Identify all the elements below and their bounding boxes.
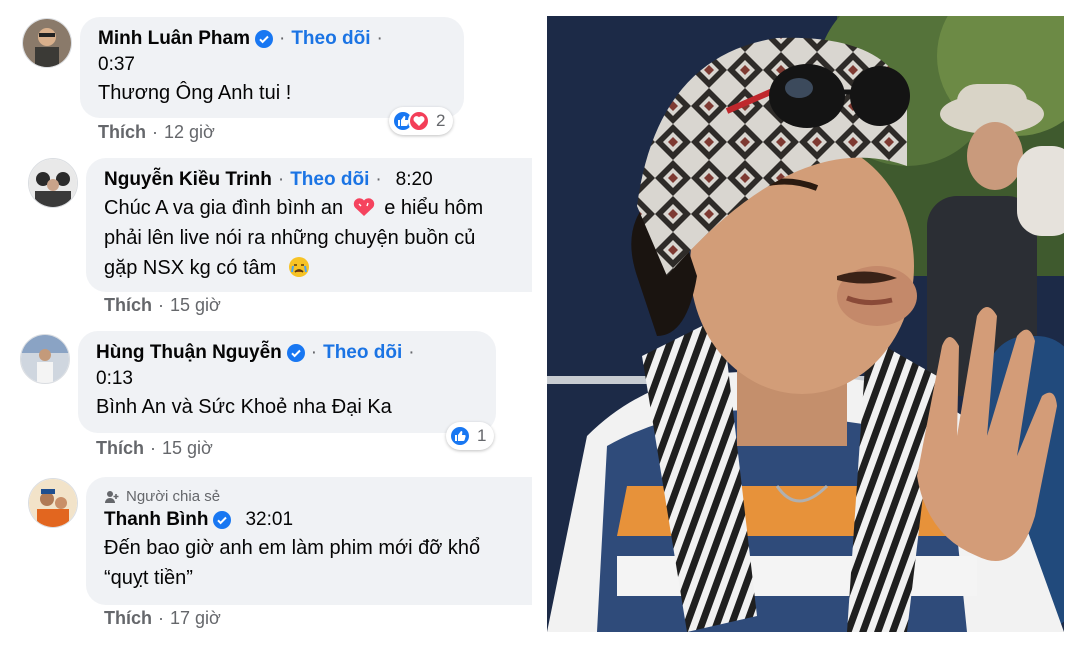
video-timestamp[interactable]: 0:13 <box>96 366 482 392</box>
comment-text-line: “quỵt tiền” <box>104 567 193 589</box>
comment-age[interactable]: 12 giờ <box>164 122 215 142</box>
comment-text: Chúc A va gia đình bình an e hiểu hôm <box>104 196 484 219</box>
video-timestamp[interactable]: 32:01 <box>245 507 293 533</box>
video-timestamp[interactable]: 0:37 <box>98 52 450 78</box>
comments-panel: Minh Luân Pham · Theo dõi · 0:37 Thương … <box>0 0 532 648</box>
verified-badge-icon <box>255 30 273 48</box>
reaction-summary[interactable]: 1 <box>446 422 495 450</box>
like-button[interactable]: Thích <box>104 295 152 315</box>
comment-text-line: gặp NSX kg có tâm <box>104 253 532 283</box>
like-button[interactable]: Thích <box>96 438 144 458</box>
follow-link[interactable]: Theo dõi <box>290 167 369 193</box>
comment-age[interactable]: 17 giờ <box>170 608 221 628</box>
comment-item: Nguyễn Kiều Trinh · Theo dõi · 8:20 Chúc… <box>0 150 532 320</box>
comment-text: Thương Ông Anh tui ! <box>98 82 292 104</box>
shared-by-label: Người chia sẻ <box>104 487 532 507</box>
crying-face-emoji-icon <box>288 256 310 278</box>
verified-badge-icon <box>286 344 305 362</box>
heart-emoji-icon <box>353 196 375 216</box>
avatar[interactable] <box>28 158 78 208</box>
author-name[interactable]: Hùng Thuận Nguyễn <box>96 340 282 366</box>
comment-actions: Thích · 17 giờ <box>104 608 221 628</box>
reaction-count: 2 <box>436 111 446 130</box>
man-in-knit-hat-photo <box>547 16 1064 632</box>
follow-link[interactable]: Theo dõi <box>323 340 402 366</box>
comment-age[interactable]: 15 giờ <box>162 438 213 458</box>
comment-bubble: Hùng Thuận Nguyễn · Theo dõi · 0:13 Bình… <box>78 331 496 433</box>
avatar[interactable] <box>22 18 72 68</box>
comment-item: Người chia sẻ Thanh Bình 32:01 Đến bao g… <box>0 470 532 648</box>
comment-item: Minh Luân Pham · Theo dõi · 0:37 Thương … <box>0 0 532 150</box>
reaction-summary[interactable]: 2 <box>389 107 454 135</box>
comment-actions: Thích · 12 giờ <box>98 122 215 142</box>
comment-age[interactable]: 15 giờ <box>170 295 221 315</box>
comment-bubble: Nguyễn Kiều Trinh · Theo dõi · 8:20 Chúc… <box>86 158 532 292</box>
reaction-count: 1 <box>477 426 487 445</box>
verified-badge-icon <box>213 511 232 529</box>
author-name[interactable]: Minh Luân Pham <box>98 26 250 52</box>
comment-bubble: Người chia sẻ Thanh Bình 32:01 Đến bao g… <box>86 477 532 605</box>
comment-bubble: Minh Luân Pham · Theo dõi · 0:37 Thương … <box>80 17 464 118</box>
comment-item: Hùng Thuận Nguyễn · Theo dõi · 0:13 Bình… <box>0 320 532 470</box>
comment-text-line: Đến bao giờ anh em làm phim mới đỡ khổ <box>104 537 481 559</box>
user-plus-icon <box>105 491 119 503</box>
like-button[interactable]: Thích <box>104 608 152 628</box>
comment-actions: Thích · 15 giờ <box>104 295 221 315</box>
video-timestamp[interactable]: 8:20 <box>396 167 433 193</box>
comment-actions: Thích · 15 giờ <box>96 438 213 458</box>
comment-text: Bình An và Sức Khoẻ nha Đại Ka <box>96 396 392 418</box>
avatar[interactable] <box>28 478 78 528</box>
follow-link[interactable]: Theo dõi <box>291 26 370 52</box>
like-button[interactable]: Thích <box>98 122 146 142</box>
like-icon <box>449 425 471 447</box>
love-icon <box>408 110 430 132</box>
avatar[interactable] <box>20 334 70 384</box>
author-name[interactable]: Thanh Bình <box>104 507 208 533</box>
comment-text-line: phải lên live nói ra những chuyện buồn c… <box>104 227 476 249</box>
author-name[interactable]: Nguyễn Kiều Trinh <box>104 167 272 193</box>
